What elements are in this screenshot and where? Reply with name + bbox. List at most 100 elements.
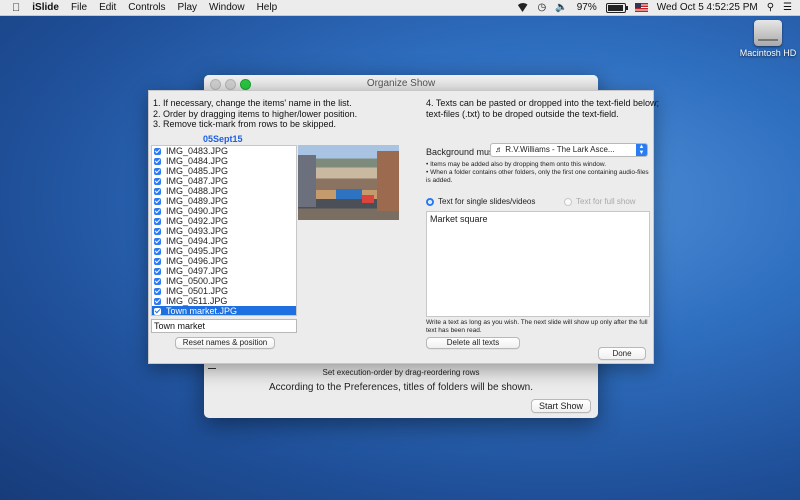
file-name: IMG_0511.JPG bbox=[166, 296, 228, 306]
menu-bar:  iSlide File Edit Controls Play Window … bbox=[0, 0, 800, 16]
hd-label: Macintosh HD bbox=[739, 48, 797, 58]
file-list-row[interactable]: IMG_0488.JPG bbox=[152, 186, 296, 196]
file-list-row[interactable]: IMG_0484.JPG bbox=[152, 156, 296, 166]
instruction-2: 2. Order by dragging items to higher/low… bbox=[153, 108, 358, 119]
file-name: IMG_0500.JPG bbox=[166, 276, 229, 286]
start-show-button[interactable]: Start Show bbox=[531, 399, 591, 413]
background-music-select[interactable]: ♬ R.V.Williams - The Lark Asce... ▲ ▼ bbox=[490, 143, 648, 157]
order-label: Set execution-order by drag-reordering r… bbox=[322, 368, 480, 377]
radio-empty-icon bbox=[564, 197, 572, 206]
checkbox-checked-icon[interactable] bbox=[154, 267, 161, 275]
clock[interactable]: Wed Oct 5 4:52:25 PM bbox=[657, 2, 758, 13]
reset-names-button[interactable]: Reset names & position bbox=[175, 337, 275, 349]
volume-icon[interactable]: 🔈 bbox=[555, 2, 567, 13]
file-name: IMG_0490.JPG bbox=[166, 206, 229, 216]
checkbox-checked-icon[interactable] bbox=[154, 287, 161, 295]
window-title: Organize Show bbox=[366, 78, 436, 89]
file-name: IMG_0496.JPG bbox=[166, 256, 229, 266]
radio-selected-icon bbox=[426, 197, 434, 206]
preferences-text: According to the Preferences, titles of … bbox=[268, 382, 534, 393]
checkbox-checked-icon[interactable] bbox=[154, 297, 161, 305]
instruction-4: 4. Texts can be pasted or dropped into t… bbox=[426, 98, 659, 108]
app-menu[interactable]: iSlide bbox=[32, 2, 59, 13]
status-area: ◷ 🔈 97% Wed Oct 5 4:52:25 PM ⚲ ☰ bbox=[516, 0, 792, 15]
file-name: IMG_0489.JPG bbox=[166, 196, 229, 206]
file-name: IMG_0495.JPG bbox=[166, 246, 229, 256]
file-list-row[interactable]: IMG_0493.JPG bbox=[152, 226, 296, 236]
minimize-button[interactable] bbox=[225, 79, 236, 90]
instructions-left: 1. If necessary, change the items' name … bbox=[153, 98, 357, 130]
file-list-row[interactable]: IMG_0492.JPG bbox=[152, 216, 296, 226]
menu-play[interactable]: Play bbox=[178, 2, 197, 13]
file-list-row[interactable]: IMG_0487.JPG bbox=[152, 176, 296, 186]
file-list-row[interactable]: IMG_0489.JPG bbox=[152, 196, 296, 206]
menu-controls[interactable]: Controls bbox=[128, 2, 165, 13]
organize-panel: 1. If necessary, change the items' name … bbox=[148, 90, 659, 364]
checkbox-checked-icon[interactable] bbox=[154, 277, 161, 285]
radio-single-slides[interactable]: Text for single slides/videos bbox=[426, 197, 535, 206]
note-1: • Items may be added also by dropping th… bbox=[426, 161, 607, 168]
time-machine-icon[interactable]: ◷ bbox=[538, 2, 547, 13]
menu-help[interactable]: Help bbox=[257, 2, 278, 13]
battery-icon[interactable] bbox=[605, 2, 628, 13]
instructions-right: 4. Texts can be pasted or dropped into t… bbox=[426, 98, 659, 119]
instruction-4-cont: text-files (.txt) to be droped outside t… bbox=[426, 108, 619, 119]
radio-full-show[interactable]: Text for full show bbox=[564, 197, 636, 206]
zoom-button[interactable] bbox=[240, 79, 251, 90]
checkbox-checked-icon[interactable] bbox=[154, 207, 161, 215]
close-button[interactable] bbox=[210, 79, 221, 90]
radio-full-label: Text for full show bbox=[576, 197, 636, 206]
notes: • Items may be added also by dropping th… bbox=[426, 161, 651, 185]
file-list-row[interactable]: IMG_0497.JPG bbox=[152, 266, 296, 276]
checkbox-checked-icon[interactable] bbox=[154, 197, 161, 205]
slide-text-field[interactable]: Market square bbox=[426, 211, 650, 317]
checkbox-checked-icon[interactable] bbox=[154, 187, 161, 195]
instruction-3: 3. Remove tick-mark from rows to be skip… bbox=[153, 119, 337, 129]
file-name: IMG_0494.JPG bbox=[166, 236, 229, 246]
file-list[interactable]: IMG_0483.JPG IMG_0484.JPG IMG_0485.JPG IMG_… bbox=[151, 145, 297, 316]
checkbox-checked-icon[interactable] bbox=[154, 257, 161, 265]
checkbox-checked-icon[interactable] bbox=[154, 227, 161, 235]
note-2: • When a folder contains other folders, … bbox=[426, 169, 649, 184]
updown-chevron-icon: ▲ ▼ bbox=[636, 144, 647, 156]
text-note: Write a text as long as you wish. The ne… bbox=[426, 319, 648, 334]
file-list-row[interactable]: IMG_0500.JPG bbox=[152, 276, 296, 286]
file-list-row[interactable]: IMG_0483.JPG bbox=[152, 146, 296, 156]
radio-single-label: Text for single slides/videos bbox=[438, 197, 536, 206]
file-list-row[interactable]: IMG_0495.JPG bbox=[152, 246, 296, 256]
desktop-hd[interactable]: Macintosh HD bbox=[738, 20, 798, 58]
file-list-row[interactable]: IMG_0496.JPG bbox=[152, 256, 296, 266]
menu-window[interactable]: Window bbox=[209, 2, 245, 13]
file-list-row[interactable]: IMG_0501.JPG bbox=[152, 286, 296, 296]
menu-edit[interactable]: Edit bbox=[99, 2, 116, 13]
wifi-icon[interactable] bbox=[516, 3, 529, 12]
checkbox-checked-icon[interactable] bbox=[154, 167, 161, 175]
checkbox-checked-icon[interactable] bbox=[154, 307, 161, 315]
folder-name: 05Sept15 bbox=[203, 134, 243, 144]
delete-all-texts-button[interactable]: Delete all texts bbox=[426, 337, 520, 349]
checkbox-checked-icon[interactable] bbox=[154, 247, 161, 255]
battery-percent[interactable]: 97% bbox=[577, 2, 597, 13]
done-button[interactable]: Done bbox=[598, 347, 646, 360]
checkbox-checked-icon[interactable] bbox=[154, 237, 161, 245]
checkbox-checked-icon[interactable] bbox=[154, 147, 161, 155]
checkbox-checked-icon[interactable] bbox=[154, 177, 161, 185]
file-name: IMG_0501.JPG bbox=[166, 286, 229, 296]
hard-drive-icon bbox=[754, 20, 782, 46]
file-list-row[interactable]: IMG_0485.JPG bbox=[152, 166, 296, 176]
file-name: IMG_0487.JPG bbox=[166, 176, 229, 186]
apple-menu-icon[interactable]:  bbox=[12, 2, 20, 14]
notification-center-icon[interactable]: ☰ bbox=[783, 2, 792, 13]
file-name: IMG_0488.JPG bbox=[166, 186, 229, 196]
menu-file[interactable]: File bbox=[71, 2, 87, 13]
input-flag-icon[interactable] bbox=[634, 3, 648, 12]
spotlight-icon[interactable]: ⚲ bbox=[767, 2, 774, 13]
checkbox-checked-icon[interactable] bbox=[154, 217, 161, 225]
file-list-row[interactable]: IMG_0511.JPG bbox=[152, 296, 296, 306]
file-list-row[interactable]: IMG_0494.JPG bbox=[152, 236, 296, 246]
file-list-row[interactable]: IMG_0490.JPG bbox=[152, 206, 296, 216]
bgm-value: ♬ R.V.Williams - The Lark Asce... bbox=[495, 145, 615, 154]
checkbox-checked-icon[interactable] bbox=[154, 157, 161, 165]
file-list-row[interactable]: Town market.JPG bbox=[152, 306, 296, 315]
item-name-field[interactable] bbox=[151, 319, 297, 333]
